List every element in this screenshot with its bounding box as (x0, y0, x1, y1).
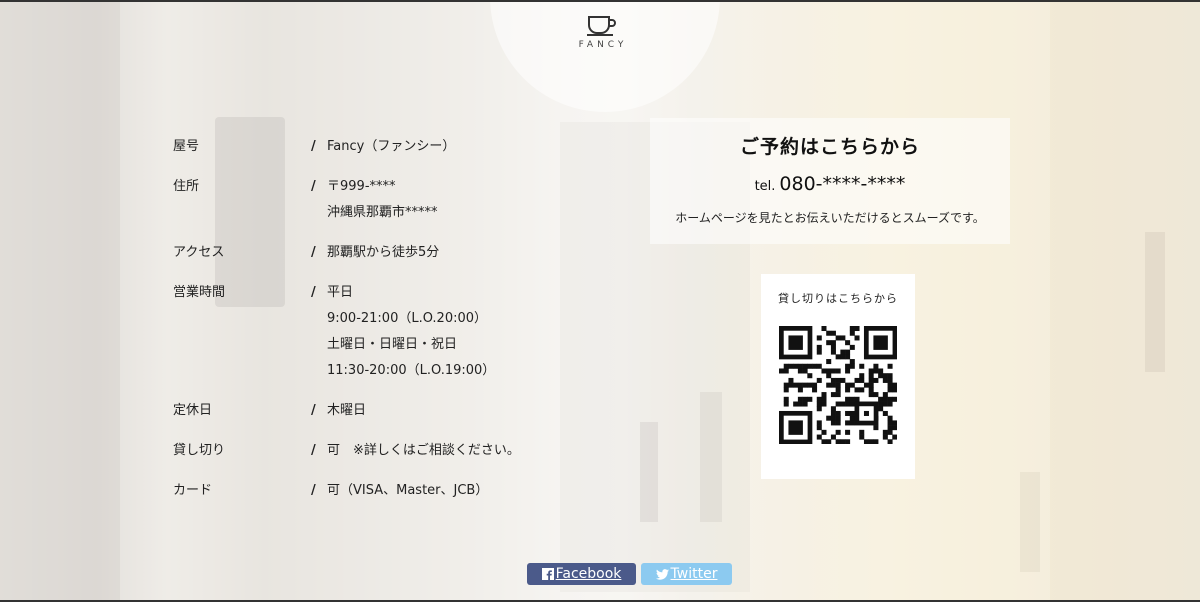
info-row: 貸し切り / 可 ※詳しくはご相談ください。 (173, 438, 573, 464)
info-value: 〒999-**** (327, 179, 396, 194)
info-value-line: / 可 ※詳しくはご相談ください。 (311, 438, 573, 464)
twitter-bird-icon (655, 569, 669, 580)
twitter-label: Twitter (670, 566, 718, 582)
info-values: / 那覇駅から徒歩5分 (311, 240, 573, 266)
twitter-button[interactable]: Twitter (641, 563, 732, 585)
facebook-icon (541, 568, 554, 580)
info-label: カード (173, 483, 213, 498)
separator-slash: / (311, 139, 316, 154)
info-value: 土曜日・日曜日・祝日 (327, 337, 458, 352)
facebook-button[interactable]: Facebook (527, 563, 636, 585)
info-row: 営業時間 / 平日 9:00-21:00（L.O.20:00） 土曜日・日曜日・祝日 11… (173, 280, 573, 384)
separator-slash: / (311, 483, 316, 498)
info-row: 住所 / 〒999-**** 沖縄県那覇市***** (173, 174, 573, 226)
tel-number: 080-****-**** (779, 173, 906, 195)
reservation-phone[interactable]: tel. 080-****-**** (650, 173, 1010, 195)
reservation-note: ホームページを見たとお伝えいただけるとスムーズです。 (675, 211, 985, 225)
info-value: 那覇駅から徒歩5分 (327, 245, 440, 260)
info-value-line: / Fancy（ファンシー） (311, 134, 573, 160)
site-logo[interactable]: FANCY (566, 14, 636, 50)
info-row: カード / 可（VISA、Master、JCB） (173, 478, 573, 504)
separator-slash: / (311, 403, 316, 418)
info-value-line: 土曜日・日曜日・祝日 (311, 332, 573, 358)
cup-icon (587, 16, 616, 36)
info-value: 沖縄県那覇市***** (327, 205, 438, 220)
charter-qr-card: 貸し切りはこちらから (761, 274, 915, 479)
info-label: 屋号 (173, 139, 200, 154)
reservation-panel: ご予約はこちらから tel. 080-****-**** ホームページを見たとお伝… (650, 118, 1010, 244)
brand-name: FANCY (578, 40, 628, 50)
facebook-label: Facebook (555, 566, 622, 582)
info-values: / 可 ※詳しくはご相談ください。 (311, 438, 573, 464)
info-values: / Fancy（ファンシー） (311, 134, 573, 160)
info-label: 住所 (173, 179, 200, 194)
info-values: / 平日 9:00-21:00（L.O.20:00） 土曜日・日曜日・祝日 11:30-… (311, 280, 573, 384)
info-value: 9:00-21:00（L.O.20:00） (327, 311, 488, 326)
info-label: 営業時間 (173, 285, 226, 300)
separator-slash: / (311, 443, 316, 458)
tel-prefix: tel. (754, 179, 776, 194)
separator-slash: / (311, 285, 316, 300)
separator-slash: / (311, 179, 316, 194)
info-values: / 〒999-**** 沖縄県那覇市***** (311, 174, 573, 226)
info-label: 定休日 (173, 403, 213, 418)
info-value: 平日 (327, 285, 354, 300)
info-value-line: / 木曜日 (311, 398, 573, 424)
info-values: / 木曜日 (311, 398, 573, 424)
info-label: アクセス (173, 245, 225, 260)
info-value: 可 ※詳しくはご相談ください。 (327, 443, 520, 458)
reservation-heading: ご予約はこちらから (739, 136, 920, 158)
info-value: 11:30-20:00（L.O.19:00） (327, 363, 496, 378)
info-value-line: / 〒999-**** (311, 174, 573, 200)
page: FANCY 屋号 / Fancy（ファンシー） 住所 / 〒999-**** 沖縄県那覇市*… (0, 0, 1200, 602)
separator-slash: / (311, 245, 316, 260)
info-row: 定休日 / 木曜日 (173, 398, 573, 424)
info-value-line: / 可（VISA、Master、JCB） (311, 478, 573, 504)
info-value: Fancy（ファンシー） (327, 139, 456, 154)
info-label: 貸し切り (173, 443, 226, 458)
info-row: アクセス / 那覇駅から徒歩5分 (173, 240, 573, 266)
info-value-line: 11:30-20:00（L.O.19:00） (311, 358, 573, 384)
info-value: 可（VISA、Master、JCB） (327, 483, 489, 498)
info-row: 屋号 / Fancy（ファンシー） (173, 134, 573, 160)
qr-code-icon[interactable] (779, 326, 897, 444)
info-value-line: / 那覇駅から徒歩5分 (311, 240, 573, 266)
info-value-line: / 平日 (311, 280, 573, 306)
info-value-line: 沖縄県那覇市***** (311, 200, 573, 226)
info-value: 木曜日 (327, 403, 367, 418)
charter-caption: 貸し切りはこちらから (778, 292, 898, 305)
store-info: 屋号 / Fancy（ファンシー） 住所 / 〒999-**** 沖縄県那覇市***** アク… (173, 134, 573, 518)
info-values: / 可（VISA、Master、JCB） (311, 478, 573, 504)
info-value-line: 9:00-21:00（L.O.20:00） (311, 306, 573, 332)
